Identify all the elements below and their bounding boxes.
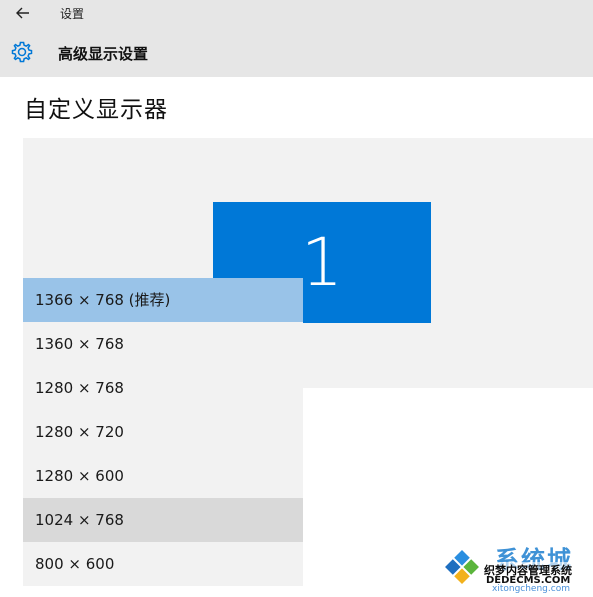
resolution-option[interactable]: 800 × 600: [23, 542, 303, 586]
watermark: 系统城 织梦内容管理系统 DEDECMS.COM xitongcheng.com: [440, 540, 590, 595]
resolution-dropdown-list: 1366 × 768 (推荐) 1360 × 768 1280 × 768 12…: [23, 278, 303, 586]
window-title: 设置: [60, 7, 85, 21]
resolution-option[interactable]: 1360 × 768: [23, 322, 303, 366]
back-button[interactable]: [12, 3, 34, 23]
arrow-left-icon: [16, 7, 29, 19]
title-bar: 设置: [0, 0, 593, 26]
section-title: 自定义显示器: [24, 97, 168, 123]
page-title: 高级显示设置: [58, 45, 149, 63]
resolution-option[interactable]: 1280 × 600: [23, 454, 303, 498]
resolution-option[interactable]: 1024 × 768: [23, 498, 303, 542]
resolution-option[interactable]: 1280 × 768: [23, 366, 303, 410]
watermark-url: xitongcheng.com: [492, 584, 570, 594]
resolution-option[interactable]: 1366 × 768 (推荐): [23, 278, 303, 322]
page-header: 高级显示设置: [0, 26, 593, 77]
settings-window: 设置 高级显示设置 自定义显示器 1 1366 × 768 (推荐) 1360 …: [0, 0, 593, 597]
windows-logo-icon: [445, 550, 479, 584]
resolution-option[interactable]: 1280 × 720: [23, 410, 303, 454]
gear-icon: [11, 41, 33, 63]
